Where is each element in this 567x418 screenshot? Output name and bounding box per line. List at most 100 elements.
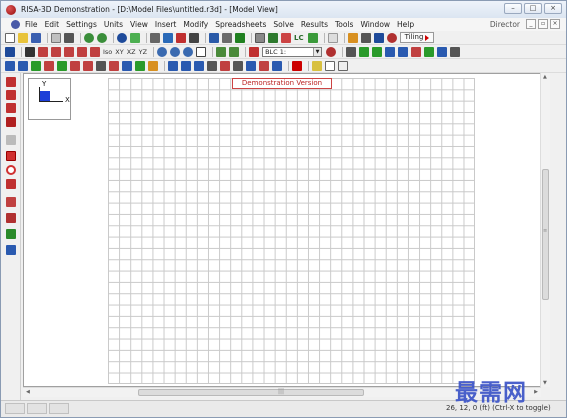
unselect-all-icon[interactable]	[325, 60, 335, 71]
rotate-z-icon[interactable]	[64, 46, 74, 57]
horizontal-scroll-thumb[interactable]	[138, 389, 364, 396]
draw-members-icon[interactable]	[176, 32, 186, 43]
select-all-icon[interactable]	[312, 60, 322, 71]
load-case-select[interactable]: BLC 1: ▼	[262, 46, 323, 57]
merge-icon[interactable]	[220, 60, 230, 71]
menu-solve[interactable]: Solve	[273, 20, 294, 29]
plate-tool-icon[interactable]	[424, 46, 435, 57]
open-folder-icon[interactable]	[18, 32, 28, 43]
menu-spreadsheets[interactable]: Spreadsheets	[215, 20, 266, 29]
model-view[interactable]: Demonstration Version Y X	[23, 73, 550, 387]
scroll-right-icon[interactable]: ▶	[534, 389, 538, 395]
blank-doc-icon[interactable]	[327, 32, 338, 43]
rotate-y-icon[interactable]	[51, 46, 61, 57]
invert-selection-icon[interactable]	[338, 60, 348, 71]
distributed-load-icon[interactable]	[83, 60, 93, 71]
select-box-icon[interactable]	[6, 77, 16, 87]
color-code-icon[interactable]	[372, 46, 383, 57]
draw-plates-icon[interactable]	[31, 60, 41, 71]
point-load-icon[interactable]	[70, 60, 80, 71]
mdi-restore-button[interactable]: ▫	[538, 19, 548, 29]
menu-insert[interactable]: Insert	[155, 20, 177, 29]
split-members-icon[interactable]	[207, 60, 217, 71]
menu-results[interactable]: Results	[301, 20, 328, 29]
unselect-box-icon[interactable]	[6, 90, 16, 100]
rotate-neg-x-icon[interactable]	[77, 46, 87, 57]
loads-display-icon[interactable]	[249, 46, 260, 57]
equals-icon[interactable]	[307, 32, 318, 43]
draw-beams-icon[interactable]	[18, 60, 28, 71]
save-selection-icon[interactable]	[6, 229, 16, 239]
select-rectangle-icon[interactable]	[6, 151, 16, 161]
menu-view[interactable]: View	[130, 20, 148, 29]
wireframe-icon[interactable]	[235, 32, 245, 43]
rotate-neg-y-icon[interactable]	[90, 46, 100, 57]
model-merge-icon[interactable]	[130, 32, 140, 43]
render-icon[interactable]	[222, 32, 232, 43]
graphic-editing-icon[interactable]	[229, 46, 240, 57]
print-icon[interactable]	[64, 32, 74, 43]
undo-icon[interactable]	[84, 32, 94, 43]
menu-file[interactable]: File	[25, 20, 38, 29]
menu-edit[interactable]: Edit	[45, 20, 60, 29]
new-file-icon[interactable]	[5, 32, 15, 43]
minimize-button[interactable]: –	[504, 3, 522, 14]
load-combination-label[interactable]: LC	[294, 34, 304, 42]
scale-icon[interactable]	[259, 60, 269, 71]
animate-icon[interactable]	[359, 46, 370, 57]
mdi-close-button[interactable]: ×	[550, 19, 560, 29]
new-view-icon[interactable]	[5, 46, 15, 57]
zoom-in-icon[interactable]	[157, 46, 168, 57]
rotate-x-icon[interactable]	[38, 46, 48, 57]
results-icon[interactable]	[360, 32, 371, 43]
menu-help[interactable]: Help	[397, 20, 414, 29]
iso-view-button[interactable]: Iso	[103, 48, 112, 56]
boundary-icon[interactable]	[44, 60, 54, 71]
invert-icon[interactable]	[6, 213, 16, 223]
maximize-button[interactable]: □	[524, 3, 542, 14]
select-polygon-icon[interactable]	[6, 103, 16, 113]
menu-window[interactable]: Window	[360, 20, 390, 29]
full-model-icon[interactable]	[196, 46, 207, 57]
lock-icon[interactable]	[6, 245, 16, 255]
scroll-left-icon[interactable]: ◀	[26, 389, 30, 395]
tiling-button[interactable]: Tiling	[399, 32, 435, 43]
modify-plates-icon[interactable]	[194, 60, 204, 71]
select-criteria-icon[interactable]	[6, 135, 16, 145]
plot-options-icon[interactable]	[216, 46, 227, 57]
release-icon[interactable]	[57, 60, 67, 71]
member-force-icon[interactable]	[385, 46, 396, 57]
modify-members-icon[interactable]	[181, 60, 191, 71]
xz-view-button[interactable]: XZ	[127, 48, 136, 56]
save-icon[interactable]	[31, 32, 41, 43]
load-icon[interactable]	[281, 32, 291, 43]
surface-load-icon[interactable]	[109, 60, 119, 71]
modify-nodes-icon[interactable]	[168, 60, 178, 71]
redo-icon[interactable]	[97, 32, 107, 43]
global-params-icon[interactable]	[150, 32, 160, 43]
node-tool-icon[interactable]	[437, 46, 448, 57]
delete-icon[interactable]	[292, 60, 302, 71]
more-tools-icon[interactable]	[450, 46, 461, 57]
rotate-model-icon[interactable]	[246, 60, 256, 71]
table-grid-icon[interactable]	[268, 32, 278, 43]
scroll-down-icon[interactable]: ▼	[543, 380, 547, 386]
deflected-shape-icon[interactable]	[346, 46, 357, 57]
mesh-icon[interactable]	[189, 32, 199, 43]
line-tool-icon[interactable]	[411, 46, 422, 57]
menu-modify[interactable]: Modify	[183, 20, 208, 29]
redraw-icon[interactable]	[25, 46, 35, 57]
moment-icon[interactable]	[398, 46, 409, 57]
help-icon[interactable]	[386, 32, 397, 43]
mdi-minimize-button[interactable]: _	[526, 19, 536, 29]
thermal-load-icon[interactable]	[122, 60, 132, 71]
spreadsheet-icon[interactable]	[255, 32, 265, 43]
save-view-icon[interactable]	[209, 32, 219, 43]
members-results-icon[interactable]	[373, 32, 384, 43]
wind-load-icon[interactable]	[148, 60, 158, 71]
select-circle-icon[interactable]	[6, 165, 16, 175]
globe-icon[interactable]	[117, 32, 127, 43]
drawing-grid[interactable]	[108, 78, 475, 384]
zoom-out-icon[interactable]	[170, 46, 181, 57]
moving-load-icon[interactable]	[96, 60, 106, 71]
